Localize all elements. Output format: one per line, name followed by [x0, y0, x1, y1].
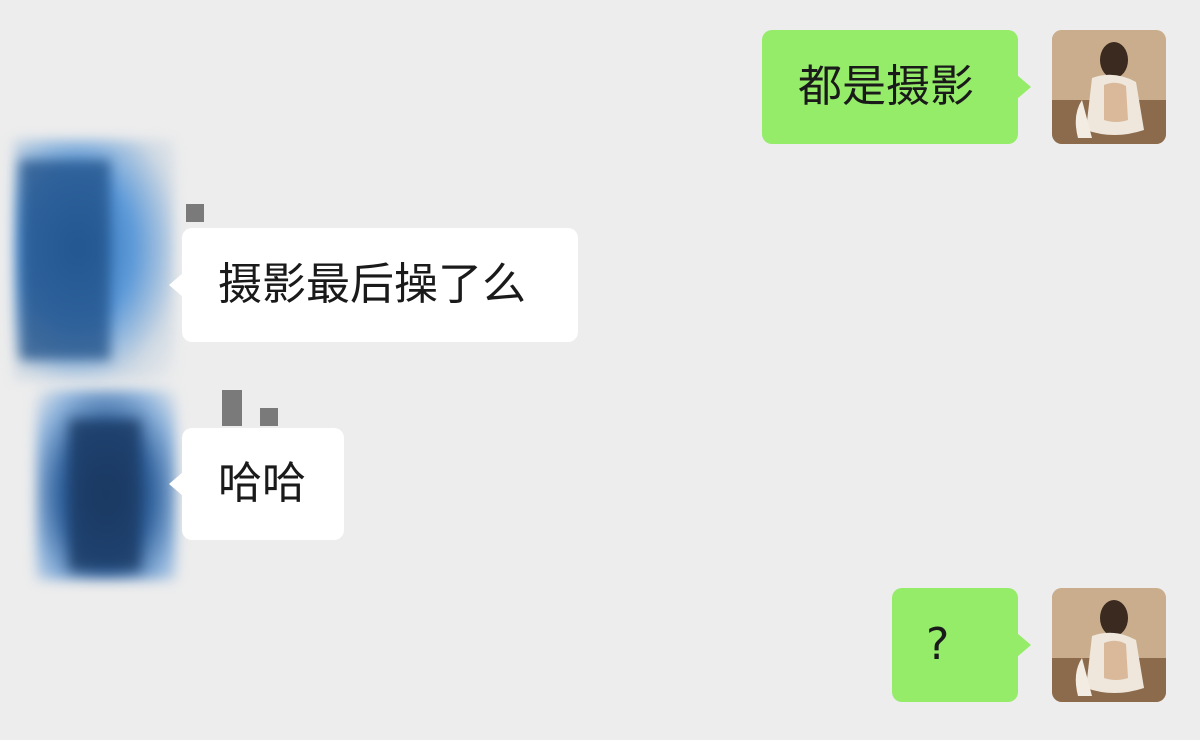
self-avatar[interactable] — [1052, 30, 1166, 144]
message-bubble-sent[interactable]: 都是摄影 — [762, 30, 1018, 144]
user-photo-avatar-icon — [1052, 588, 1166, 702]
self-avatar[interactable] — [1052, 588, 1166, 702]
bubble-tail — [169, 472, 183, 496]
message-bubble-received[interactable]: 摄影最后操了么 — [182, 228, 578, 342]
user-photo-avatar-icon — [1052, 30, 1166, 144]
message-text: ? — [926, 619, 950, 670]
contact-avatar-redacted[interactable] — [0, 120, 200, 600]
message-bubble-received[interactable]: 哈哈 — [182, 428, 344, 540]
chat-window: 都是摄影 摄影最后操了么 哈哈 ? — [0, 0, 1200, 740]
message-bubble-sent[interactable]: ? — [892, 588, 1018, 702]
redacted-name-block — [186, 204, 204, 222]
message-text: 都是摄影 — [798, 61, 974, 112]
redacted-name-block — [260, 408, 278, 426]
redacted-name-block — [222, 390, 242, 426]
bubble-tail — [1017, 75, 1031, 99]
bubble-tail — [169, 273, 183, 297]
bubble-tail — [1017, 633, 1031, 657]
message-text: 哈哈 — [218, 458, 306, 509]
message-text: 摄影最后操了么 — [218, 259, 526, 310]
